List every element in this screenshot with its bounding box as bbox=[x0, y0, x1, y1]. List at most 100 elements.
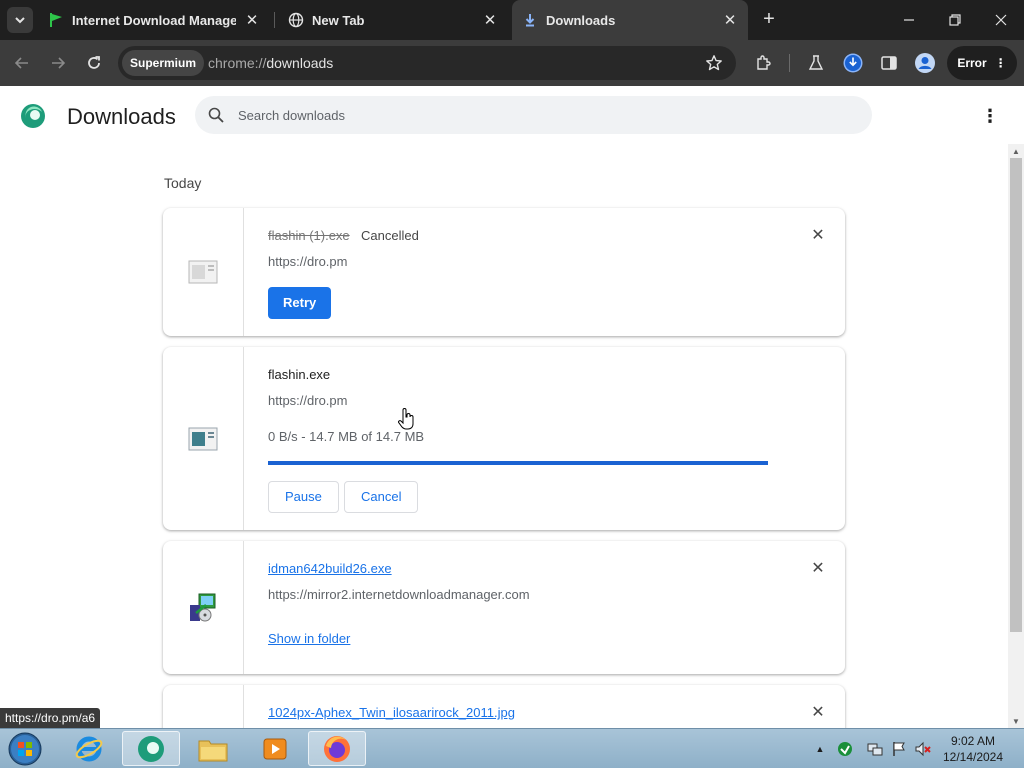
download-source-url[interactable]: https://dro.pm bbox=[268, 254, 347, 269]
clock-date: 12/14/2024 bbox=[942, 750, 1004, 764]
search-input[interactable] bbox=[238, 96, 838, 134]
address-bar[interactable]: Supermium chrome://downloads bbox=[118, 46, 736, 80]
file-generic-icon bbox=[188, 260, 218, 284]
search-icon bbox=[207, 106, 225, 124]
bookmark-star-icon[interactable] bbox=[704, 53, 724, 73]
download-item: idman642build26.exe https://mirror2.inte… bbox=[163, 541, 845, 674]
close-window-button[interactable] bbox=[978, 0, 1024, 40]
volume-muted-icon[interactable] bbox=[912, 729, 934, 768]
side-panel-icon[interactable] bbox=[877, 51, 901, 75]
back-button[interactable] bbox=[8, 49, 36, 77]
hand-cursor-icon bbox=[398, 408, 414, 430]
url-text[interactable]: chrome://downloads bbox=[208, 46, 333, 80]
close-icon bbox=[995, 14, 1007, 26]
more-options-icon[interactable]: ⋮ bbox=[978, 104, 1002, 128]
download-status: Cancelled bbox=[361, 228, 419, 243]
installer-icon bbox=[190, 593, 216, 621]
retry-button[interactable]: Retry bbox=[268, 287, 332, 319]
browser-toolbar: Supermium chrome://downloads Error ⋮ bbox=[0, 40, 1024, 86]
arrow-left-icon bbox=[14, 57, 28, 69]
tab-title: Internet Download Manager is bbox=[72, 12, 236, 28]
search-box[interactable] bbox=[195, 96, 872, 134]
downloads-page: Downloads ⋮ ▲ ▼ Today flashin (1).exe Ca… bbox=[0, 86, 1024, 728]
progress-fill bbox=[268, 461, 768, 465]
restore-button[interactable] bbox=[932, 0, 978, 40]
download-source-url[interactable]: https://dro.pm bbox=[268, 393, 347, 408]
url-path: downloads bbox=[266, 55, 334, 71]
new-tab-button[interactable]: + bbox=[758, 8, 780, 30]
download-progress-bar bbox=[268, 461, 768, 465]
clock-time: 9:02 AM bbox=[950, 734, 996, 748]
system-clock[interactable]: 9:02 AM 12/14/2024 bbox=[936, 733, 1010, 765]
reload-button[interactable] bbox=[80, 49, 108, 77]
restore-icon bbox=[949, 14, 961, 26]
file-icon-column bbox=[163, 208, 244, 336]
remove-item-close-icon[interactable]: ✕ bbox=[809, 559, 827, 577]
close-icon[interactable]: ✕ bbox=[482, 12, 498, 29]
green-flag-icon bbox=[48, 12, 64, 28]
remove-item-close-icon[interactable]: ✕ bbox=[809, 226, 827, 244]
error-label: Error bbox=[957, 56, 987, 70]
action-center-flag-icon[interactable] bbox=[888, 729, 910, 768]
download-filename: flashin (1).exe bbox=[268, 228, 350, 243]
error-menu-button[interactable]: Error ⋮ bbox=[947, 46, 1017, 80]
arrow-right-icon bbox=[52, 57, 66, 69]
close-icon[interactable]: ✕ bbox=[244, 12, 260, 29]
idm-tray-icon[interactable] bbox=[834, 729, 856, 768]
download-item: flashin.exe https://dro.pm 0 B/s - 14.7 … bbox=[163, 347, 845, 530]
tab-search-button[interactable] bbox=[7, 7, 33, 33]
file-icon-column bbox=[163, 541, 244, 674]
download-filename-link[interactable]: 1024px-Aphex_Twin_ilosaarirock_2011.jpg bbox=[268, 705, 515, 720]
taskbar-file-explorer[interactable] bbox=[184, 731, 242, 766]
tab-downloads[interactable]: Downloads ✕ bbox=[512, 0, 748, 40]
extensions-icon[interactable] bbox=[752, 51, 776, 75]
scroll-up-arrow-icon[interactable]: ▲ bbox=[1008, 144, 1024, 158]
link-status-bubble: https://dro.pm/a6 bbox=[0, 708, 101, 728]
kebab-icon: ⋮ bbox=[994, 56, 1007, 70]
show-hidden-icons-arrow-icon[interactable]: ▲ bbox=[812, 729, 828, 768]
minimize-button[interactable] bbox=[886, 0, 932, 40]
tab-idm[interactable]: Internet Download Manager is ✕ bbox=[38, 0, 270, 40]
supermium-icon bbox=[138, 735, 164, 762]
toolbar-separator bbox=[789, 54, 790, 72]
pause-button[interactable]: Pause bbox=[268, 481, 339, 513]
cancel-button[interactable]: Cancel bbox=[344, 481, 419, 513]
download-source-url[interactable]: https://mirror2.internetdownloadmanager.… bbox=[268, 587, 530, 602]
download-item: flashin (1).exe Cancelled https://dro.pm… bbox=[163, 208, 845, 336]
download-icon bbox=[522, 12, 538, 28]
show-in-folder-link[interactable]: Show in folder bbox=[268, 631, 350, 646]
tab-strip: Internet Download Manager is ✕ New Tab ✕… bbox=[0, 0, 1024, 40]
download-item: 1024px-Aphex_Twin_ilosaarirock_2011.jpg … bbox=[163, 685, 845, 728]
scrollbar[interactable]: ▲ ▼ bbox=[1008, 144, 1024, 728]
section-date-label: Today bbox=[164, 175, 202, 191]
page-title: Downloads bbox=[67, 104, 176, 129]
tab-separator bbox=[274, 12, 275, 28]
media-player-icon bbox=[263, 738, 287, 759]
scrollbar-thumb[interactable] bbox=[1010, 158, 1022, 632]
windows-start-orb-icon bbox=[8, 732, 42, 766]
download-filename-link[interactable]: idman642build26.exe bbox=[268, 561, 392, 576]
forward-button[interactable] bbox=[44, 49, 72, 77]
taskbar-firefox[interactable] bbox=[308, 731, 366, 766]
profile-avatar-icon[interactable] bbox=[913, 51, 937, 75]
exe-file-icon bbox=[188, 427, 218, 450]
remove-item-close-icon[interactable]: ✕ bbox=[809, 703, 827, 721]
file-icon-column bbox=[163, 685, 244, 728]
scroll-down-arrow-icon[interactable]: ▼ bbox=[1008, 714, 1024, 728]
supermium-logo-icon bbox=[20, 103, 46, 129]
download-status-icon[interactable] bbox=[841, 51, 865, 75]
internet-explorer-icon bbox=[75, 736, 103, 761]
taskbar-internet-explorer[interactable] bbox=[60, 731, 118, 766]
taskbar-supermium[interactable] bbox=[122, 731, 180, 766]
windows-taskbar: ▲ 9:02 AM 12/14/2024 bbox=[0, 728, 1024, 768]
folder-icon bbox=[198, 740, 228, 761]
url-scheme: chrome:// bbox=[208, 55, 267, 71]
tab-new-tab[interactable]: New Tab ✕ bbox=[278, 0, 508, 40]
labs-flask-icon[interactable] bbox=[804, 51, 828, 75]
network-tray-icon[interactable] bbox=[864, 729, 886, 768]
download-filename[interactable]: flashin.exe bbox=[268, 367, 330, 382]
taskbar-media-player[interactable] bbox=[246, 731, 304, 766]
close-icon[interactable]: ✕ bbox=[722, 12, 738, 29]
site-chip[interactable]: Supermium bbox=[122, 50, 205, 76]
start-button[interactable] bbox=[4, 731, 46, 767]
